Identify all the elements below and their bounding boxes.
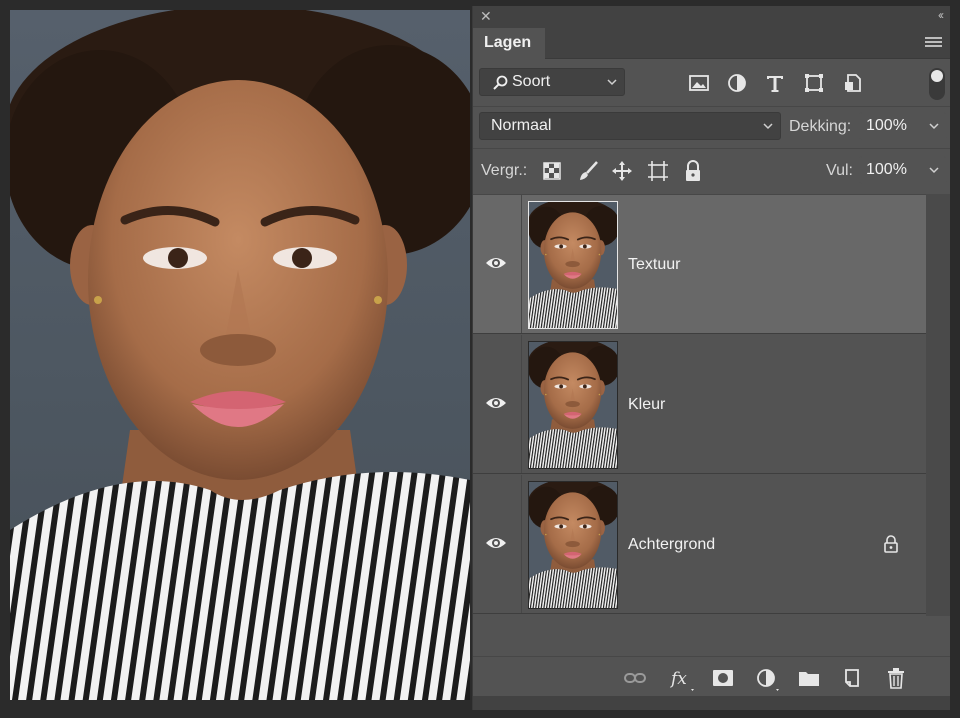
layer-thumbnail — [528, 341, 618, 469]
eye-visibility-icon[interactable] — [485, 395, 507, 411]
chevron-down-icon — [929, 113, 939, 130]
divider — [473, 106, 950, 107]
layer-name[interactable]: Textuur — [628, 256, 680, 274]
thumbnail-portrait — [529, 342, 617, 468]
collapse-panel-icon[interactable]: ‹‹ — [938, 8, 944, 22]
layer-thumbnail — [528, 481, 618, 609]
panel-menu-icon[interactable] — [925, 37, 942, 49]
eye-visibility-icon[interactable] — [485, 255, 507, 271]
close-panel-icon[interactable]: ✕ — [480, 8, 492, 25]
divider — [473, 148, 950, 149]
layer-name[interactable]: Kleur — [628, 396, 665, 414]
layer-row-kleur[interactable]: Kleur — [473, 335, 927, 474]
link-layers-icon[interactable] — [623, 667, 646, 689]
tab-layers[interactable]: Lagen — [473, 28, 545, 59]
opacity-field[interactable]: 100% — [859, 112, 947, 140]
image-canvas[interactable] — [10, 10, 470, 700]
opacity-value: 100% — [866, 117, 907, 134]
fill-value: 100% — [866, 161, 907, 178]
layer-filter-select[interactable]: Soort — [479, 68, 625, 96]
eye-visibility-icon[interactable] — [485, 535, 507, 551]
layer-filter-value: Soort — [512, 73, 551, 90]
layer-list-scrollbar[interactable] — [926, 194, 950, 616]
filter-toggle-switch[interactable] — [929, 68, 945, 100]
divider — [521, 335, 522, 473]
shape-icon[interactable] — [803, 72, 825, 94]
chevron-down-icon — [607, 69, 617, 86]
group-folder-icon[interactable] — [798, 667, 820, 689]
portrait-photo — [10, 10, 470, 700]
svg-text:fx: fx — [669, 669, 687, 689]
layer-thumbnail — [528, 201, 618, 329]
chevron-down-icon — [763, 113, 773, 130]
type-icon[interactable] — [764, 72, 786, 94]
panel-title-bar: ✕ ‹‹ — [473, 6, 950, 28]
trash-icon[interactable] — [885, 667, 907, 689]
lock-position-icon[interactable] — [611, 160, 633, 187]
layers-bottom-toolbar: fx — [473, 656, 950, 697]
layer-row-textuur[interactable]: Textuur — [473, 195, 927, 334]
layer-locked-icon[interactable] — [883, 535, 899, 553]
blend-mode-value: Normaal — [491, 117, 552, 134]
lock-image-pixels-icon[interactable] — [577, 160, 599, 187]
adjustment-layer-icon[interactable] — [755, 667, 779, 691]
layers-panel: ✕ ‹‹ Lagen Soort Normaal Dekking: 100% V… — [472, 6, 950, 710]
divider — [521, 475, 522, 613]
image-icon[interactable] — [688, 72, 710, 94]
adjustment-icon[interactable] — [726, 72, 748, 94]
layer-row-achtergrond[interactable]: Achtergrond — [473, 475, 927, 614]
smart-object-icon[interactable] — [842, 72, 864, 94]
opacity-label: Dekking: — [789, 118, 852, 135]
lock-transparent-pixels-icon[interactable] — [543, 162, 561, 185]
toggle-knob — [931, 70, 943, 82]
divider — [521, 195, 522, 333]
chevron-down-icon — [929, 157, 939, 174]
layer-name[interactable]: Achtergrond — [628, 536, 715, 554]
thumbnail-portrait — [529, 202, 617, 328]
new-layer-icon[interactable] — [841, 667, 863, 689]
fx-icon[interactable]: fx — [669, 667, 694, 691]
thumbnail-portrait — [529, 482, 617, 608]
lock-all-icon[interactable] — [684, 160, 702, 187]
blend-mode-select[interactable]: Normaal — [479, 112, 781, 140]
search-icon — [493, 75, 508, 90]
mask-icon[interactable] — [712, 667, 734, 689]
lock-artboard-icon[interactable] — [647, 160, 669, 187]
panel-tab-row: Lagen — [473, 28, 950, 59]
fill-label: Vul: — [826, 162, 853, 179]
lock-label: Vergr.: — [481, 162, 528, 179]
fill-field[interactable]: 100% — [859, 156, 947, 184]
panel-resize-grip[interactable] — [473, 696, 950, 710]
